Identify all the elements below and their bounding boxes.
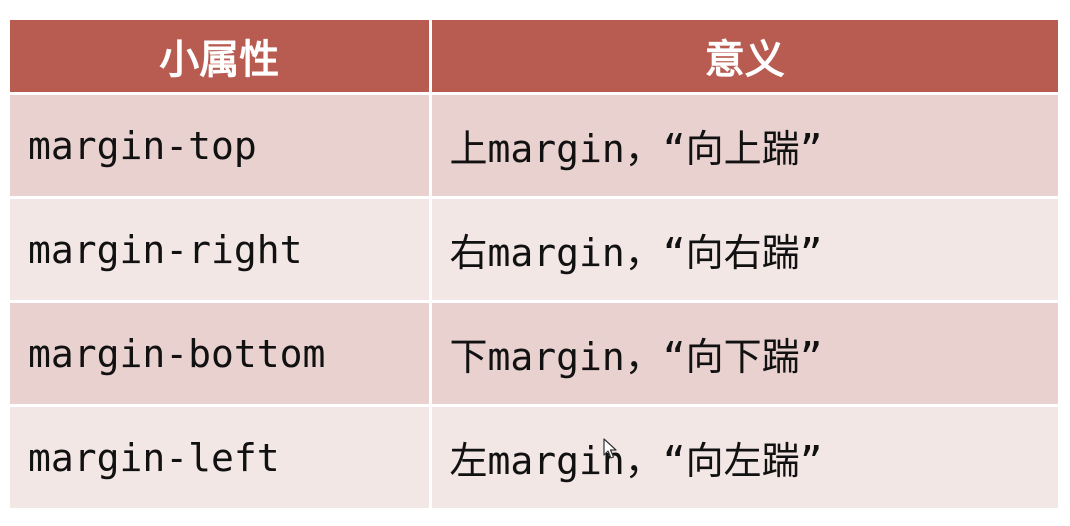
margin-properties-table-container: 小属性 意义 margin-top 上margin，“向上踹” margin-r…	[10, 20, 1058, 511]
header-property: 小属性	[10, 20, 432, 95]
meaning-cell: 上margin，“向上踹”	[430, 93, 1058, 199]
table-row: margin-top 上margin，“向上踹”	[10, 93, 1058, 199]
header-meaning: 意义	[430, 20, 1058, 95]
property-cell: margin-bottom	[10, 301, 432, 407]
table-row: margin-right 右margin，“向右踹”	[10, 197, 1058, 303]
table-row: margin-left 左margin，“向左踹”	[10, 405, 1058, 511]
mouse-cursor-icon	[603, 438, 617, 459]
meaning-cell: 右margin，“向右踹”	[430, 197, 1058, 303]
property-cell: margin-top	[10, 93, 432, 199]
property-cell: margin-right	[10, 197, 432, 303]
table-row: margin-bottom 下margin，“向下踹”	[10, 301, 1058, 407]
table-header-row: 小属性 意义	[10, 20, 1058, 95]
meaning-cell: 下margin，“向下踹”	[430, 301, 1058, 407]
meaning-cell: 左margin，“向左踹”	[430, 405, 1058, 511]
property-cell: margin-left	[10, 405, 432, 511]
margin-properties-table: 小属性 意义 margin-top 上margin，“向上踹” margin-r…	[10, 20, 1058, 511]
